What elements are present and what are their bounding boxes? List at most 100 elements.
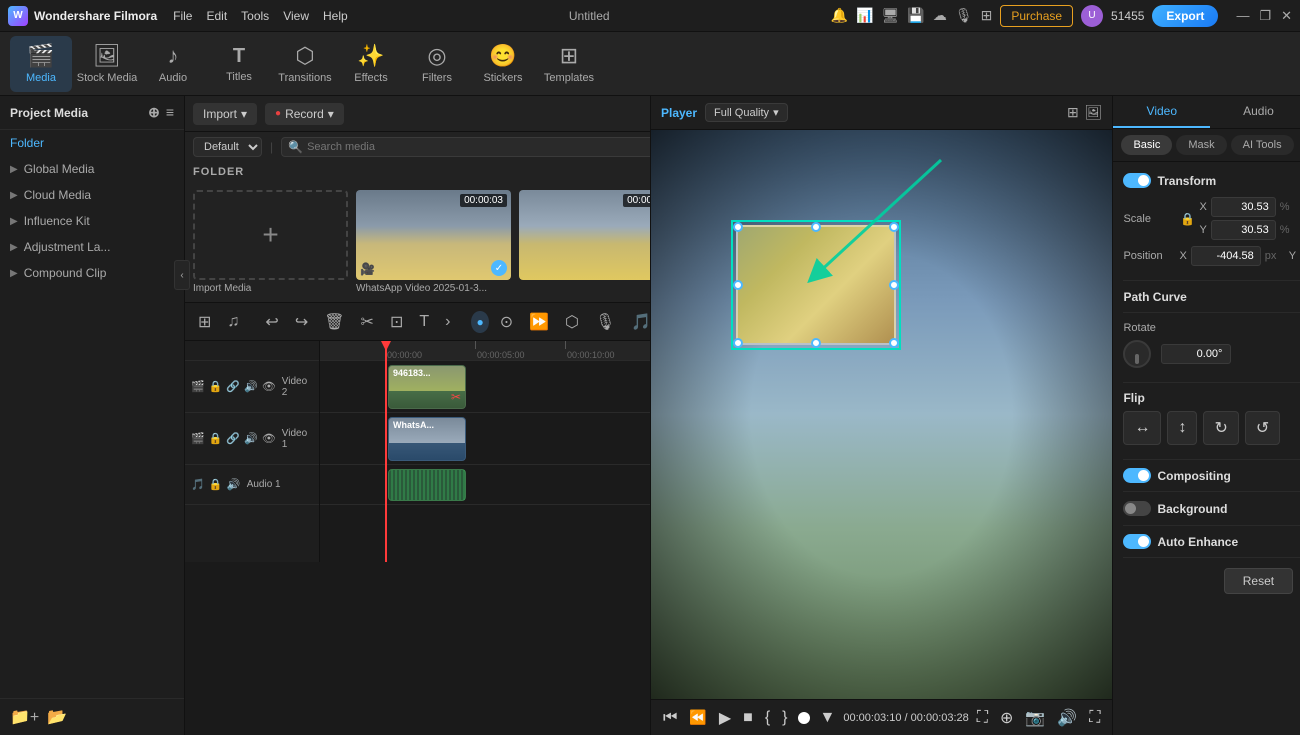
track1-eye-icon[interactable]: 👁	[262, 432, 276, 445]
background-toggle[interactable]	[1123, 501, 1151, 516]
handle-bl[interactable]	[733, 338, 743, 348]
motion-track-button[interactable]: ⊙	[495, 309, 518, 335]
ai-music-button[interactable]: ♫	[222, 310, 244, 334]
pos-x-input[interactable]	[1191, 246, 1261, 266]
reset-button[interactable]: Reset	[1224, 568, 1293, 594]
video1-clip[interactable]: WhatsA...	[388, 417, 466, 461]
track2-lock-icon[interactable]: 🔒	[209, 380, 223, 393]
whatsapp-video-item[interactable]: 00:00:03 🎥 ✓ WhatsApp Video 2025-01-3...	[356, 190, 511, 294]
export-button[interactable]: Export	[1152, 5, 1218, 27]
nav-icon-5[interactable]: ☁	[933, 7, 947, 24]
menu-view[interactable]: View	[283, 9, 309, 23]
panel-action-2[interactable]: ≡	[166, 104, 174, 121]
toolbar-effects[interactable]: ✨ Effects	[340, 36, 402, 92]
nav-icon-7[interactable]: ⊞	[981, 7, 993, 24]
handle-tl[interactable]	[733, 222, 743, 232]
auto-enhance-toggle[interactable]	[1123, 534, 1151, 549]
toolbar-filters[interactable]: ◎ Filters	[406, 36, 468, 92]
flip-rotate-ccw-button[interactable]: ↺	[1245, 411, 1280, 445]
influence-kit-section[interactable]: ▶ Influence Kit	[0, 208, 184, 234]
toolbar-audio[interactable]: ♪ Audio	[142, 36, 204, 92]
flip-rotate-cw-button[interactable]: ↻	[1203, 411, 1238, 445]
photo-icon[interactable]: 🖼	[1085, 104, 1103, 121]
handle-ml[interactable]	[733, 280, 743, 290]
play-button[interactable]: ▶	[715, 706, 735, 730]
tab-audio[interactable]: Audio	[1210, 96, 1300, 128]
speed-button[interactable]: ⏩	[524, 309, 554, 335]
snap-button[interactable]: ●	[471, 311, 488, 333]
subtab-mask[interactable]: Mask	[1176, 135, 1226, 155]
scene-detect-button[interactable]: ⊞	[193, 309, 216, 335]
menu-edit[interactable]: Edit	[206, 9, 227, 23]
video2-clip[interactable]: 946183... ✂	[388, 365, 466, 409]
delete-button[interactable]: 🗑	[319, 309, 349, 335]
record-button[interactable]: ● Record ▾	[265, 103, 344, 125]
toolbar-titles[interactable]: T Titles	[208, 36, 270, 92]
toolbar-stock-media[interactable]: 🖼 Stock Media	[76, 36, 138, 92]
step-back-button[interactable]: ⏪	[685, 707, 710, 728]
track2-audio-icon[interactable]: 🔊	[244, 380, 258, 393]
folder-icon[interactable]: 📂	[47, 707, 67, 727]
mark-out-button[interactable]: }	[778, 707, 791, 729]
track2-eye-icon[interactable]: 👁	[262, 380, 276, 393]
subtab-basic[interactable]: Basic	[1121, 135, 1172, 155]
toolbar-templates[interactable]: ⊞ Templates	[538, 36, 600, 92]
maximize-button[interactable]: ❐	[1259, 8, 1271, 24]
toolbar-media[interactable]: 🎬 Media	[10, 36, 72, 92]
folder-section[interactable]: Folder	[0, 130, 184, 156]
import-placeholder-thumb[interactable]: +	[193, 190, 348, 280]
global-media-section[interactable]: ▶ Global Media	[0, 156, 184, 182]
undo-button[interactable]: ↩	[260, 309, 283, 335]
nav-icon-3[interactable]: 🖥	[882, 7, 900, 24]
voice-button[interactable]: 🎙	[590, 309, 620, 335]
crop-button[interactable]: ⊡	[385, 309, 408, 335]
panel-action-1[interactable]: ⊕	[148, 104, 160, 121]
mask-button[interactable]: ⬡	[560, 309, 584, 335]
track1-audio-icon[interactable]: 🔊	[244, 432, 258, 445]
audio1-audio-icon[interactable]: 🔊	[227, 478, 241, 491]
search-input[interactable]	[307, 141, 650, 153]
rotate-input[interactable]	[1161, 344, 1231, 364]
add-folder-icon[interactable]: 📁+	[10, 707, 39, 727]
menu-file[interactable]: File	[173, 9, 192, 23]
volume-button[interactable]: 🔊	[1053, 706, 1081, 730]
flip-vertical-button[interactable]: ↕	[1167, 411, 1197, 445]
track1-lock-icon[interactable]: 🔒	[209, 432, 223, 445]
nav-icon-4[interactable]: 💾	[907, 7, 924, 24]
quality-select[interactable]: Full Quality ▾	[705, 103, 788, 122]
handle-bm[interactable]	[811, 338, 821, 348]
bird-video-item[interactable]: 00:00:30	[519, 190, 650, 294]
menu-tools[interactable]: Tools	[241, 9, 269, 23]
mark-in-button[interactable]: {	[761, 707, 774, 729]
add-to-timeline-button[interactable]: ⊕	[996, 706, 1017, 730]
purchase-button[interactable]: Purchase	[1000, 5, 1073, 27]
preview-canvas[interactable]	[651, 130, 1112, 699]
sort-select[interactable]: Default	[193, 137, 262, 157]
text-button[interactable]: T	[414, 310, 434, 334]
user-avatar[interactable]: U	[1081, 5, 1103, 27]
audio1-clip[interactable]	[388, 469, 466, 501]
grid-view-icon[interactable]: ⊞	[1067, 104, 1079, 121]
audio1-lock-icon[interactable]: 🔒	[209, 478, 223, 491]
flip-horizontal-button[interactable]: ↔	[1123, 411, 1161, 445]
cloud-media-section[interactable]: ▶ Cloud Media	[0, 182, 184, 208]
handle-br[interactable]	[889, 338, 899, 348]
panel-collapse-arrow[interactable]: ‹	[174, 260, 190, 290]
import-media-item[interactable]: + Import Media	[193, 190, 348, 294]
handle-tm[interactable]	[811, 222, 821, 232]
more-controls-button[interactable]: ▼	[816, 707, 840, 729]
nav-icon-6[interactable]: 🎙	[955, 7, 973, 24]
subtab-ai-tools[interactable]: AI Tools	[1231, 135, 1294, 155]
handle-mr[interactable]	[889, 280, 899, 290]
screenshot-button[interactable]: 📷	[1021, 706, 1049, 730]
rotate-knob[interactable]	[1123, 340, 1151, 368]
adjustment-layer-section[interactable]: ▶ Adjustment La...	[0, 234, 184, 260]
toolbar-transitions[interactable]: ⬡ Transitions	[274, 36, 336, 92]
cut-button[interactable]: ✂	[356, 309, 379, 335]
redo-button[interactable]: ↪	[290, 309, 313, 335]
audio-sync-button[interactable]: 🎵	[626, 309, 650, 335]
menu-help[interactable]: Help	[323, 9, 348, 23]
pip-button[interactable]: ⛶	[1085, 707, 1104, 729]
scale-y-input[interactable]	[1211, 220, 1276, 240]
close-button[interactable]: ✕	[1281, 8, 1292, 24]
